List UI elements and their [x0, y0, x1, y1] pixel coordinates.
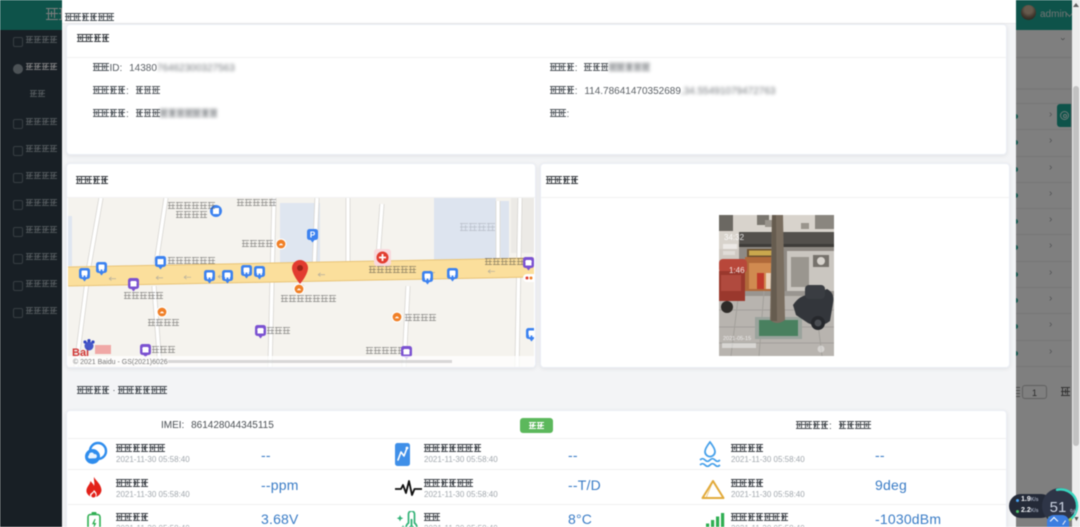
svg-text:P: P [310, 231, 316, 240]
svg-text:%: % [1070, 509, 1076, 516]
svg-text:34:32: 34:32 [724, 233, 745, 242]
svg-text:© 2021 Baidu - GS(2021)6026: © 2021 Baidu - GS(2021)6026 [73, 358, 168, 366]
svg-text:2021-05-15: 2021-05-15 [723, 336, 751, 342]
svg-text:51: 51 [1050, 499, 1067, 516]
svg-text:1:46: 1:46 [729, 266, 745, 275]
